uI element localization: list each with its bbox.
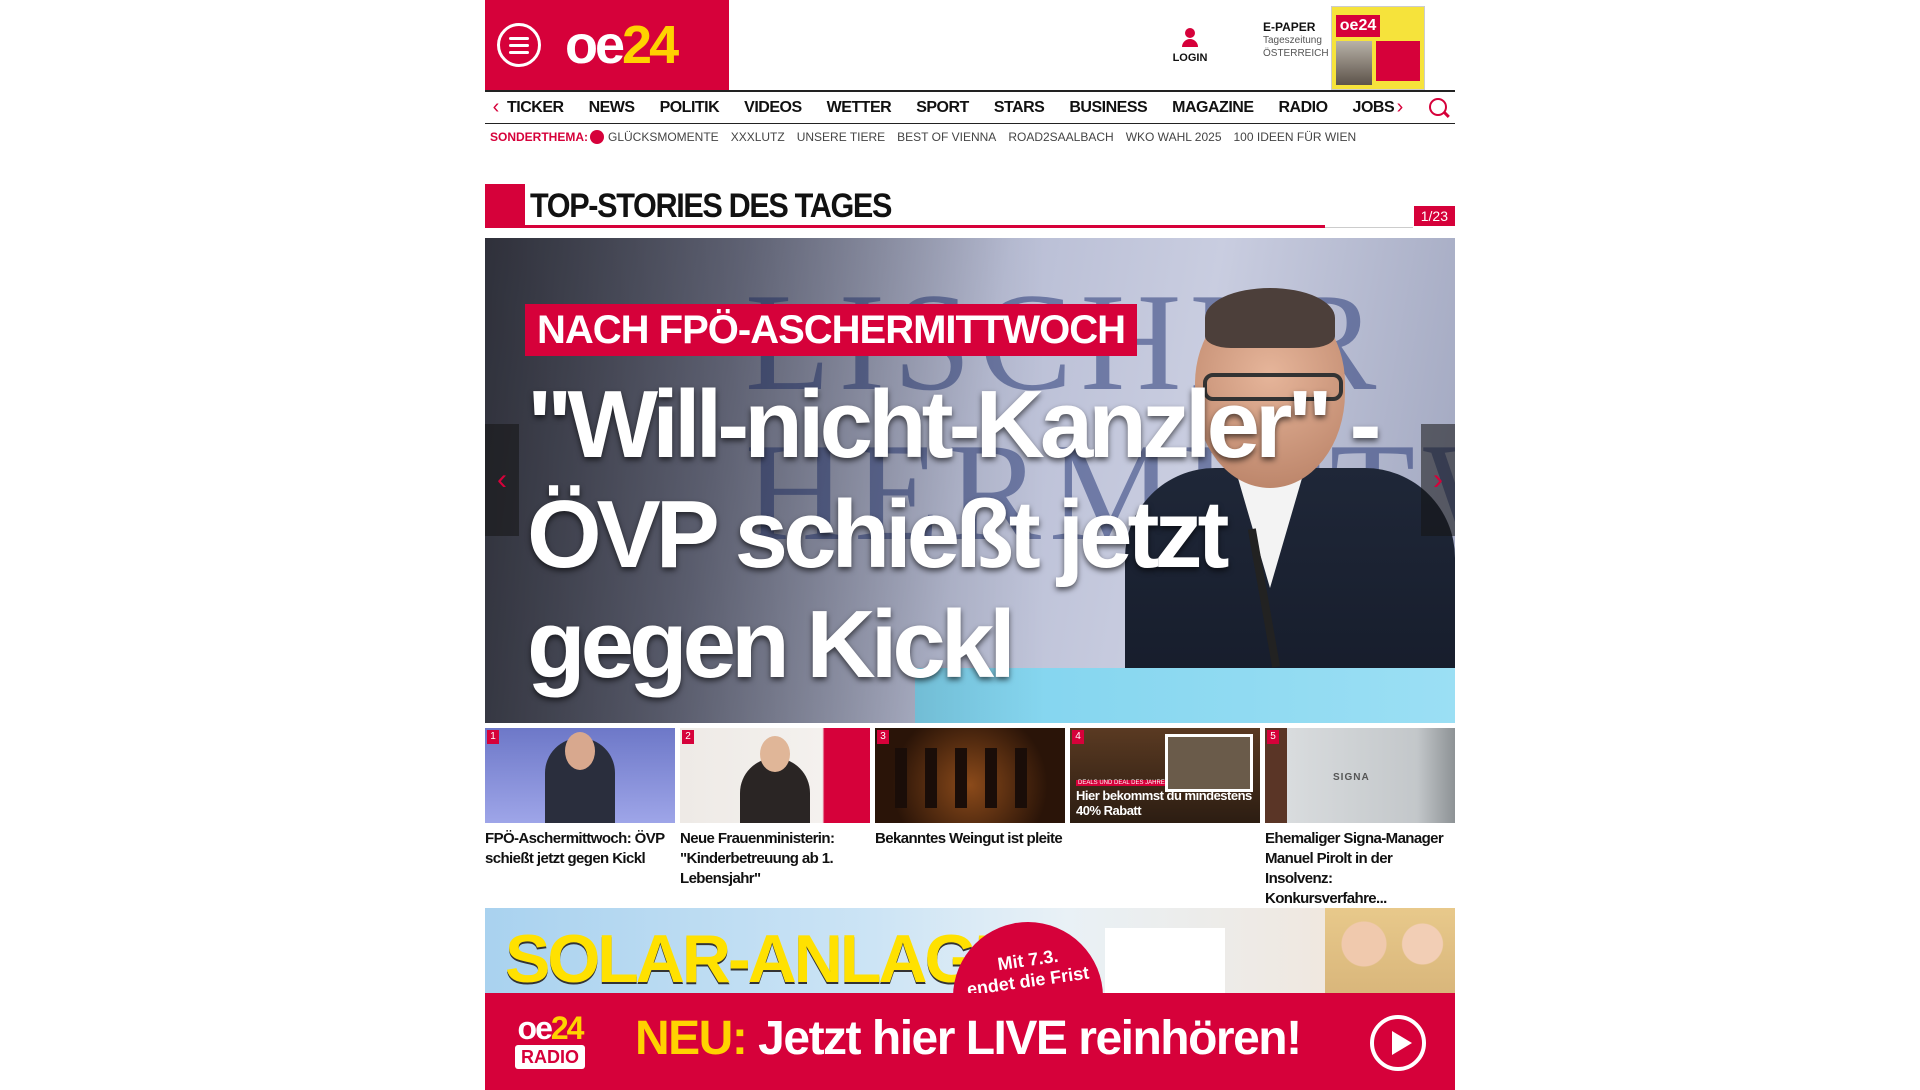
search-icon[interactable] xyxy=(1429,98,1447,116)
nav-item-sport[interactable]: SPORT xyxy=(916,99,969,117)
radio-logo-num: 24 xyxy=(550,1010,585,1046)
story-thumb-image: 2 xyxy=(680,728,870,823)
subnav-item-unsere-tiere[interactable]: UNSERE TIERE xyxy=(797,130,885,144)
story-thumbnails: 1 FPÖ-Aschermittwoch: ÖVP schießt jetzt … xyxy=(485,728,1455,909)
user-icon xyxy=(1180,28,1200,50)
thumb-caption[interactable]: Ehemaliger Signa-Manager Manuel Pirolt i… xyxy=(1265,829,1455,909)
solar-ad-house-image xyxy=(1105,928,1225,998)
epaper-cover-image xyxy=(1336,41,1372,85)
subnav-item-xxxlutz[interactable]: XXXLUTZ xyxy=(731,130,785,144)
nav-scroll-right-icon[interactable]: › xyxy=(1389,96,1411,119)
radio-neu-label: NEU: xyxy=(635,1012,748,1065)
nav-item-wetter[interactable]: WETTER xyxy=(827,99,892,117)
radio-message-text: Jetzt hier LIVE reinhören! xyxy=(758,1012,1302,1065)
section-accent-bar xyxy=(485,184,525,228)
nav-item-jobs[interactable]: JOBS xyxy=(1353,99,1395,117)
promo-tag: DEALS UND DEAL DES JAHRES xyxy=(1076,780,1171,786)
main-nav: ‹ TICKER NEWS POLITIK VIDEOS WETTER SPOR… xyxy=(485,90,1455,124)
story-thumb-image: 1 xyxy=(485,728,675,823)
logo-num: 24 xyxy=(622,15,679,75)
nav-item-news[interactable]: NEWS xyxy=(589,99,636,117)
radio-message: NEU: Jetzt hier LIVE reinhören! xyxy=(635,1011,1302,1066)
section-title: TOP-STORIES DES TAGES xyxy=(530,187,892,225)
radio-logo: oe24 RADIO xyxy=(515,1010,585,1069)
story-thumb-2[interactable]: 2 Neue Frauenministerin: "Kinderbetreuun… xyxy=(680,728,870,909)
sonderthema-icon xyxy=(590,130,604,144)
solar-ad-banner[interactable]: SOLAR-ANLAGE Mit 7.3. endet die Frist xyxy=(485,908,1455,998)
solar-ad-people-image xyxy=(1325,908,1455,998)
subnav-item-100-ideen[interactable]: 100 IDEEN FÜR WIEN xyxy=(1234,130,1357,144)
logo-box: oe24 xyxy=(485,0,729,90)
hero-story[interactable]: LISCHERHERMITTW NACH FPÖ-ASCHERMITTWOCH … xyxy=(485,238,1455,723)
slider-prev-icon[interactable]: ‹ xyxy=(485,424,519,536)
thumb-number: 3 xyxy=(877,730,889,744)
signa-sign: SIGNA xyxy=(1333,772,1370,783)
solar-ad-title: SOLAR-ANLAGE xyxy=(505,921,1020,997)
login-button[interactable]: LOGIN xyxy=(1165,28,1215,64)
hero-headline[interactable]: "Will-nicht-Kanzler" - ÖVP schießt jetzt… xyxy=(527,370,1427,700)
nav-item-videos[interactable]: VIDEOS xyxy=(744,99,802,117)
menu-icon[interactable] xyxy=(497,23,541,67)
slider-next-icon[interactable]: › xyxy=(1421,424,1455,536)
nav-item-magazine[interactable]: MAGAZINE xyxy=(1172,99,1254,117)
play-icon[interactable] xyxy=(1370,1015,1426,1071)
nav-item-business[interactable]: BUSINESS xyxy=(1069,99,1147,117)
promo-text: Hier bekommst du mindestens 40% Rabatt xyxy=(1076,788,1252,818)
nav-item-stars[interactable]: STARS xyxy=(994,99,1045,117)
section-underline-grey xyxy=(1325,227,1413,228)
hero-kicker: NACH FPÖ-ASCHERMITTWOCH xyxy=(525,304,1138,356)
thumb-caption[interactable]: Neue Frauenministerin: "Kinderbetreuung … xyxy=(680,829,870,889)
story-thumb-image: 5 SIGNA xyxy=(1265,728,1455,823)
nav-item-radio[interactable]: RADIO xyxy=(1278,99,1328,117)
subnav-item-road2saalbach[interactable]: ROAD2SAALBACH xyxy=(1008,130,1113,144)
thumb-caption[interactable]: FPÖ-Aschermittwoch: ÖVP schießt jetzt ge… xyxy=(485,829,675,869)
section-header: TOP-STORIES DES TAGES 1/23 xyxy=(485,184,1455,228)
slide-counter: 1/23 xyxy=(1413,206,1455,226)
subnav-item-gluecksmomente[interactable]: GLÜCKSMOMENTE xyxy=(608,130,719,144)
thumb-caption[interactable]: Bekanntes Weingut ist pleite xyxy=(875,829,1065,849)
story-thumb-image: 3 xyxy=(875,728,1065,823)
story-thumb-image: 4 DEALS UND DEAL DES JAHRES Hier bekomms… xyxy=(1070,728,1260,823)
epaper-cover-text-block xyxy=(1376,41,1420,81)
subnav-item-best-of-vienna[interactable]: BEST OF VIENNA xyxy=(897,130,996,144)
radio-logo-main: oe xyxy=(517,1010,553,1046)
logo-main: oe xyxy=(565,15,625,75)
radio-logo-sub: RADIO xyxy=(515,1045,585,1069)
epaper-cover-logo: oe24 xyxy=(1336,15,1380,37)
story-thumb-4[interactable]: 4 DEALS UND DEAL DES JAHRES Hier bekomms… xyxy=(1070,728,1260,909)
site-logo[interactable]: oe24 xyxy=(565,14,679,76)
subnav-lead: SONDERTHEMA: xyxy=(490,130,588,144)
thumb-number: 4 xyxy=(1072,730,1084,744)
section-underline xyxy=(525,225,1325,228)
story-thumb-5[interactable]: 5 SIGNA Ehemaliger Signa-Manager Manuel … xyxy=(1265,728,1455,909)
nav-item-ticker[interactable]: TICKER xyxy=(507,99,564,117)
subnav-item-wko-wahl[interactable]: WKO WAHL 2025 xyxy=(1126,130,1222,144)
radio-live-banner[interactable]: oe24 RADIO NEU: Jetzt hier LIVE reinhöre… xyxy=(485,993,1455,1090)
thumb-number: 5 xyxy=(1267,730,1279,744)
nav-scroll-left-icon[interactable]: ‹ xyxy=(485,96,507,119)
thumb-number: 2 xyxy=(682,730,694,744)
epaper-cover-thumbnail[interactable]: oe24 xyxy=(1331,6,1425,90)
page: oe24 LOGIN E-PAPER Tageszeitung ÖSTERREI… xyxy=(485,0,1455,1090)
nav-item-politik[interactable]: POLITIK xyxy=(660,99,720,117)
login-label: LOGIN xyxy=(1172,52,1208,64)
nav-list: TICKER NEWS POLITIK VIDEOS WETTER SPORT … xyxy=(507,99,1455,117)
thumb-number: 1 xyxy=(487,730,499,744)
story-thumb-3[interactable]: 3 Bekanntes Weingut ist pleite xyxy=(875,728,1065,909)
subnav: SONDERTHEMA: GLÜCKSMOMENTE XXXLUTZ UNSER… xyxy=(490,130,1368,144)
story-thumb-1[interactable]: 1 FPÖ-Aschermittwoch: ÖVP schießt jetzt … xyxy=(485,728,675,909)
